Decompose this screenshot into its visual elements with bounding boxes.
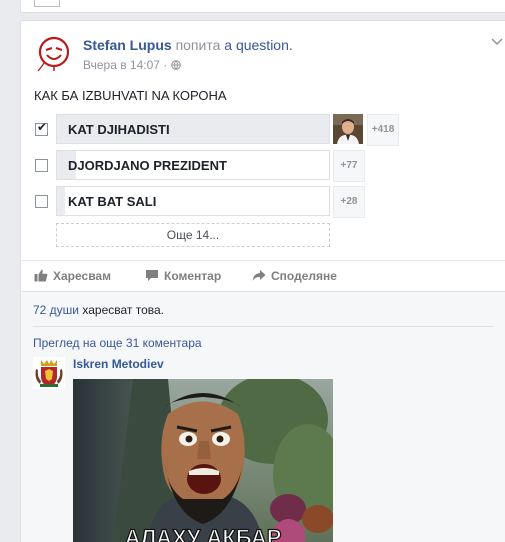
poll-question: КАК БА IZBUHVATI NA КОРОНА bbox=[34, 88, 227, 103]
option-label: KAT BAT SALI bbox=[68, 194, 157, 209]
option-result-bar[interactable]: DJORDJANO PREZIDENT bbox=[56, 150, 330, 180]
poll-option: ✔ KAT DJIHADISTI +418 bbox=[21, 114, 505, 146]
comment-photo[interactable]: АЛАХУ АКБАР bbox=[73, 379, 333, 542]
question-link[interactable]: a question. bbox=[224, 37, 293, 53]
like-label: Харесвам bbox=[53, 269, 111, 283]
speech-bubble-icon bbox=[146, 270, 158, 281]
post-card: Stefan Lupus попита a question. Вчера в … bbox=[20, 20, 505, 542]
option-label: KAT DJIHADISTI bbox=[68, 122, 170, 137]
previous-post-card bbox=[20, 0, 505, 13]
likes-text: харесват това. bbox=[82, 303, 165, 317]
post-timestamp[interactable]: Вчера в 14:07 bbox=[83, 58, 160, 72]
chevron-down-icon[interactable] bbox=[491, 35, 503, 49]
option-checkbox[interactable] bbox=[35, 195, 48, 208]
option-label: DJORDJANO PREZIDENT bbox=[68, 158, 227, 173]
thumbs-up-icon bbox=[34, 269, 48, 282]
commenter-avatar[interactable] bbox=[33, 357, 65, 389]
globe-icon[interactable] bbox=[170, 60, 181, 71]
option-vote-count[interactable]: +77 bbox=[333, 150, 365, 182]
poll-option: DJORDJANO PREZIDENT +77 bbox=[21, 150, 505, 182]
option-vote-count[interactable]: +28 bbox=[333, 186, 365, 218]
meme-caption: АЛАХУ АКБАР bbox=[125, 525, 282, 542]
commenter-name[interactable]: Iskren Metodiev bbox=[73, 357, 164, 371]
share-label: Споделяне bbox=[271, 269, 337, 283]
option-checkbox[interactable] bbox=[35, 159, 48, 172]
option-result-fill bbox=[57, 187, 66, 215]
author-avatar[interactable] bbox=[34, 33, 74, 73]
author-name[interactable]: Stefan Lupus bbox=[83, 37, 172, 53]
divider bbox=[33, 326, 493, 327]
post-verb: попита bbox=[175, 37, 221, 53]
checkmark-icon: ✔ bbox=[37, 120, 48, 134]
option-result-bar[interactable]: KAT BAT SALI bbox=[56, 186, 330, 216]
option-checkbox[interactable]: ✔ bbox=[35, 120, 48, 136]
share-arrow-icon bbox=[252, 270, 266, 281]
voter-avatar[interactable] bbox=[333, 114, 363, 144]
action-bar: Харесвам Коментар Споделяне bbox=[21, 260, 505, 291]
poll-option: KAT BAT SALI +28 bbox=[21, 186, 505, 218]
comment-label: Коментар bbox=[164, 269, 222, 283]
view-more-comments-link[interactable]: Преглед на още 31 коментара bbox=[33, 336, 202, 350]
more-options-button[interactable]: Още 14... bbox=[56, 223, 330, 247]
post-meta: Вчера в 14:07 · bbox=[83, 58, 181, 72]
likes-summary: 72 души харесват това. bbox=[33, 303, 164, 317]
option-vote-count[interactable]: +418 bbox=[367, 114, 399, 146]
option-result-bar[interactable]: KAT DJIHADISTI bbox=[56, 114, 330, 144]
likes-count-link[interactable]: 72 души bbox=[33, 303, 79, 317]
meta-separator: · bbox=[163, 58, 168, 72]
post-header: Stefan Lupus попита a question. bbox=[83, 37, 293, 53]
comments-section: 72 души харесват това. Преглед на още 31… bbox=[21, 291, 505, 542]
previous-post-thumbnail bbox=[34, 0, 60, 7]
